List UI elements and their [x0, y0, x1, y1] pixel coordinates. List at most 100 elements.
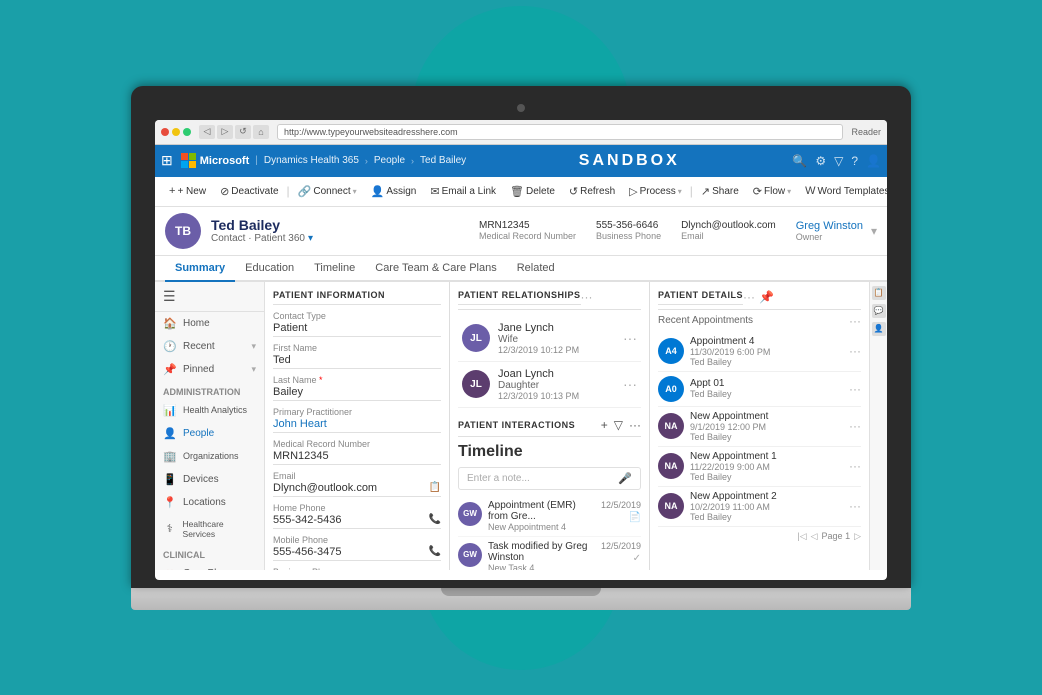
locations-icon: 📍	[163, 496, 177, 509]
delete-button[interactable]: 🗑 Delete	[504, 182, 561, 201]
logo-green	[189, 153, 196, 160]
first-page-button[interactable]: |◁	[797, 531, 806, 542]
note-input[interactable]: Enter a note... 🎤	[458, 467, 641, 490]
hamburger-button[interactable]: ☰	[155, 282, 264, 312]
maximize-dot[interactable]	[183, 128, 191, 136]
sidebar-locations-label: Locations	[183, 497, 226, 508]
timeline-menu-icon[interactable]: ···	[629, 418, 641, 432]
logo-yellow	[189, 161, 196, 168]
sidebar-item-devices[interactable]: 📱 Devices	[155, 468, 264, 491]
email-link-button[interactable]: ✉ Email a Link	[424, 182, 502, 201]
gw-avatar-0: GW	[458, 502, 482, 526]
first-name-field: First Name Ted	[273, 343, 441, 369]
appt-4-menu[interactable]: ···	[849, 499, 861, 513]
new-button[interactable]: + + New	[163, 182, 212, 200]
reload-button[interactable]: ↺	[235, 125, 251, 139]
sidebar-right-icon-2[interactable]: 👤	[872, 322, 886, 336]
share-button[interactable]: ↗ Share	[695, 182, 745, 201]
joan-lynch-menu[interactable]: ···	[623, 376, 637, 392]
user-icon[interactable]: 👤	[866, 154, 881, 168]
joan-lynch-avatar: JL	[462, 370, 490, 398]
sidebar-right-icon-1[interactable]: 💬	[872, 304, 886, 318]
connect-button[interactable]: 🔗 Connect ▾	[292, 182, 363, 201]
filter-timeline-icon[interactable]: ▽	[614, 418, 623, 432]
sidebar-item-people[interactable]: 👤 People	[155, 422, 264, 445]
minimize-dot[interactable]	[172, 128, 180, 136]
nav-breadcrumb-people[interactable]: People	[374, 155, 405, 166]
laptop-bezel: ◁ ▷ ↺ ⌂ http://www.typeyourwebsiteadress…	[131, 86, 911, 588]
appt-avatar-2: NA	[658, 413, 684, 439]
process-button[interactable]: ▷ Process ▾	[623, 182, 688, 201]
appointments-menu[interactable]: ···	[849, 314, 861, 328]
microphone-icon[interactable]: 🎤	[618, 472, 632, 485]
assign-button[interactable]: 👤 Assign	[365, 182, 423, 201]
jane-lynch-avatar: JL	[462, 324, 490, 352]
assign-icon: 👤	[371, 185, 385, 198]
sidebar-item-healthcare[interactable]: ⚕ Healthcare Services	[155, 514, 264, 544]
settings-icon[interactable]: ⚙	[815, 154, 826, 168]
nav-app-link[interactable]: Dynamics Health 365	[264, 155, 359, 166]
section-clinical: Clinical	[155, 544, 264, 562]
right-sidebar: 📋 💬 👤	[869, 282, 887, 570]
practitioner-link[interactable]: John Heart	[273, 418, 441, 433]
details-pin-icon[interactable]: 📌	[759, 290, 774, 304]
search-icon[interactable]: 🔍	[792, 154, 807, 168]
add-note-icon[interactable]: +	[601, 418, 608, 432]
relationships-menu[interactable]: ···	[581, 290, 593, 304]
sidebar-item-organizations[interactable]: 🏢 Organizations	[155, 445, 264, 468]
email-copy-icon[interactable]: 📋	[429, 482, 441, 493]
care-plans-icon: ❤	[163, 567, 177, 570]
sidebar-item-locations[interactable]: 📍 Locations	[155, 491, 264, 514]
back-button[interactable]: ◁	[199, 125, 215, 139]
phone-call-icon[interactable]: 📞	[429, 514, 441, 525]
analytics-icon: 📊	[163, 404, 177, 417]
flow-icon: ⟳	[753, 185, 762, 198]
next-page-button[interactable]: ▷	[854, 531, 861, 542]
organizations-icon: 🏢	[163, 450, 177, 463]
prev-page-button[interactable]: ◁	[811, 531, 818, 542]
forward-button[interactable]: ▷	[217, 125, 233, 139]
nav-breadcrumb-record[interactable]: Ted Bailey	[420, 155, 466, 166]
sidebar-right-icon-0[interactable]: 📋	[872, 286, 886, 300]
tab-care-team[interactable]: Care Team & Care Plans	[365, 256, 506, 282]
tab-summary[interactable]: Summary	[165, 256, 235, 282]
patient-relationships-panel: PATIENT RELATIONSHIPS ··· JL Jane Lynch …	[450, 282, 650, 570]
sidebar-item-health-analytics[interactable]: 📊 Health Analytics	[155, 399, 264, 422]
tab-timeline[interactable]: Timeline	[304, 256, 365, 282]
waffle-icon[interactable]: ⊞	[161, 152, 173, 169]
tab-related[interactable]: Related	[507, 256, 565, 282]
sidebar-organizations-label: Organizations	[183, 451, 239, 461]
appt-0-menu[interactable]: ···	[849, 344, 861, 358]
gw-avatar-1: GW	[458, 543, 482, 567]
filter-icon[interactable]: ▽	[834, 154, 843, 168]
reader-button[interactable]: Reader	[851, 127, 881, 137]
appt-avatar-4: NA	[658, 493, 684, 519]
sidebar-item-home[interactable]: 🏠 Home	[155, 312, 264, 335]
mobile-call-icon[interactable]: 📞	[429, 546, 441, 557]
record-type: Contact · Patient 360 ▾	[211, 233, 313, 244]
address-bar[interactable]: http://www.typeyourwebsiteadresshere.com	[277, 124, 843, 140]
process-icon: ▷	[629, 185, 637, 198]
share-icon: ↗	[701, 185, 710, 198]
new-icon: +	[169, 185, 175, 197]
details-menu[interactable]: ···	[743, 290, 755, 304]
sidebar-item-pinned[interactable]: 📌 Pinned ▾	[155, 358, 264, 381]
jane-lynch-menu[interactable]: ···	[623, 330, 637, 346]
sidebar-item-recent[interactable]: 🕐 Recent ▾	[155, 335, 264, 358]
topnav-icons: 🔍 ⚙ ▽ ? 👤	[792, 154, 881, 168]
laptop-screen: ◁ ▷ ↺ ⌂ http://www.typeyourwebsiteadress…	[155, 120, 887, 580]
sidebar-item-care-plans[interactable]: ❤ Care Plans	[155, 562, 264, 570]
flow-button[interactable]: ⟳ Flow ▾	[747, 182, 797, 201]
home-button[interactable]: ⌂	[253, 125, 269, 139]
help-icon[interactable]: ?	[851, 154, 858, 168]
logo-squares	[181, 153, 197, 169]
tab-education[interactable]: Education	[235, 256, 304, 282]
appt-1-menu[interactable]: ···	[849, 382, 861, 396]
close-dot[interactable]	[161, 128, 169, 136]
word-templates-button[interactable]: W Word Templates	[799, 182, 887, 200]
appt-3-menu[interactable]: ···	[849, 459, 861, 473]
deactivate-button[interactable]: ⊘ Deactivate	[214, 182, 284, 201]
timeline-label: Timeline	[458, 443, 641, 461]
refresh-button[interactable]: ↺ Refresh	[563, 182, 621, 201]
appt-2-menu[interactable]: ···	[849, 419, 861, 433]
